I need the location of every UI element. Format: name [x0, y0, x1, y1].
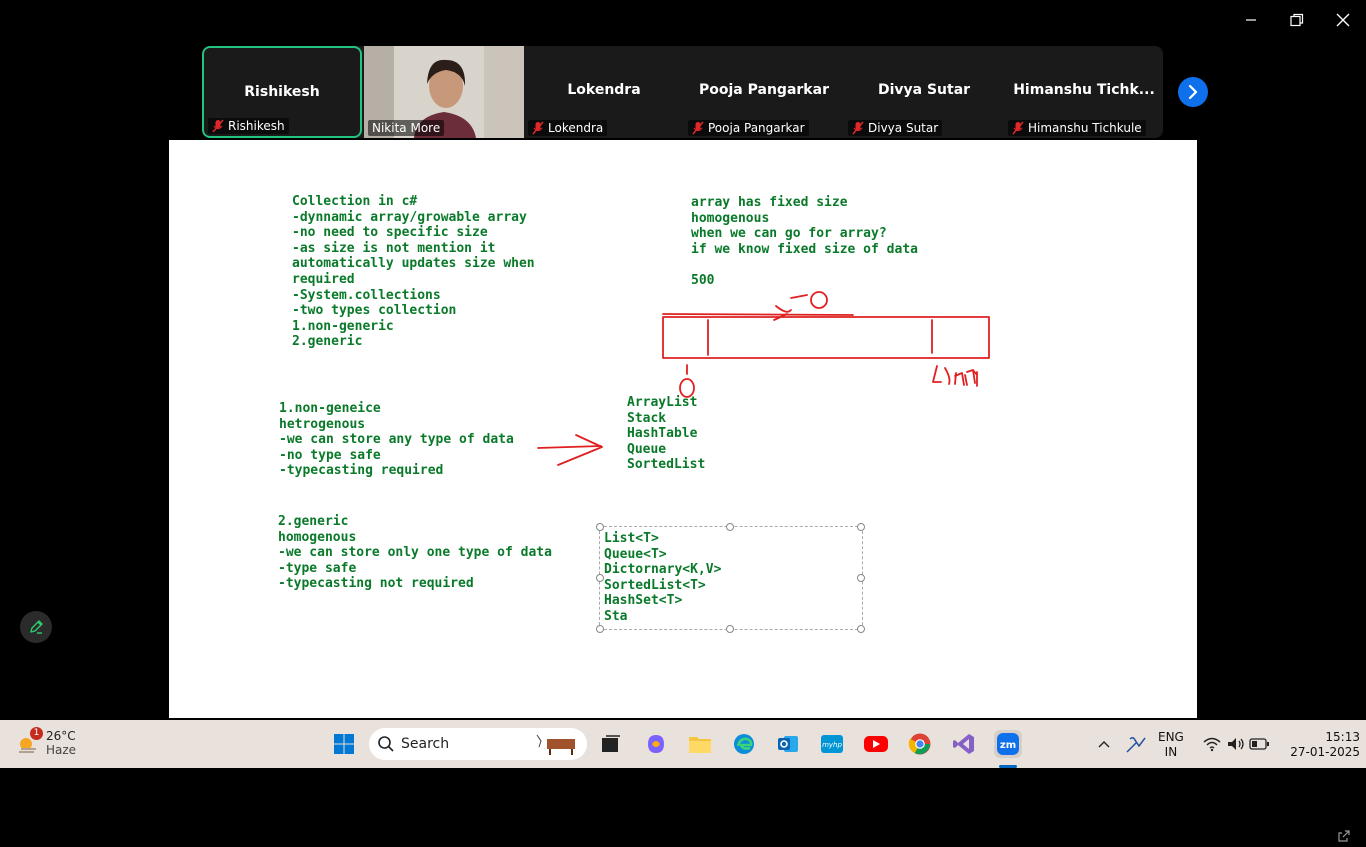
participant-tile[interactable]: Nikita More	[364, 46, 524, 138]
svg-text:zm: zm	[1000, 740, 1016, 751]
mic-muted-icon	[852, 121, 864, 135]
participant-label: Himanshu Tichkule	[1008, 120, 1146, 136]
restore-button[interactable]	[1274, 8, 1320, 32]
next-participants-button[interactable]	[1178, 77, 1208, 107]
array-box-drawing	[662, 316, 990, 359]
weather-temp: 26°C	[46, 729, 76, 743]
participant-tile[interactable]: Himanshu Tichk... Himanshu Tichkule	[1004, 46, 1163, 138]
participant-label: Rishikesh	[208, 118, 289, 134]
close-button[interactable]	[1320, 8, 1366, 32]
weather-condition: Haze	[46, 743, 77, 757]
participant-tile[interactable]: Lokendra Lokendra	[524, 46, 684, 138]
weather-widget[interactable]: 1 26°C Haze	[16, 727, 77, 757]
visual-studio-icon[interactable]	[950, 730, 978, 758]
share-icon[interactable]	[1337, 828, 1351, 847]
search-icon	[378, 736, 394, 752]
task-view-icon[interactable]	[597, 730, 625, 758]
windows-taskbar: 1 26°C Haze Search myhp zm ENG IN 15:13 …	[0, 720, 1366, 768]
zoom-app-icon[interactable]: zm	[994, 730, 1022, 758]
clock[interactable]: 15:13 27-01-2025	[1280, 730, 1360, 760]
participant-tile[interactable]: Pooja Pangarkar Pooja Pangarkar	[684, 46, 844, 138]
minimize-icon	[1246, 19, 1256, 21]
myhp-icon[interactable]: myhp	[818, 730, 846, 758]
participant-label-text: Lokendra	[548, 121, 604, 135]
start-button[interactable]	[330, 730, 358, 758]
search-highlight-icon	[536, 734, 575, 755]
taskbar-search[interactable]: Search	[369, 728, 587, 760]
notification-badge: 1	[30, 727, 43, 740]
chevron-up-icon[interactable]	[1090, 730, 1118, 758]
participant-label: Lokendra	[528, 120, 608, 136]
pencil-icon	[30, 620, 43, 634]
mic-muted-icon	[532, 121, 544, 135]
ink-annotations	[537, 291, 990, 466]
minimize-button[interactable]	[1228, 8, 1274, 32]
whiteboard-canvas[interactable]: Collection in c# -dynnamic array/growable…	[169, 140, 1350, 842]
clock-date: 27-01-2025	[1290, 745, 1360, 759]
participant-label-text: Divya Sutar	[868, 121, 939, 135]
participant-name: Lokendra	[567, 82, 641, 98]
participant-name: Rishikesh	[244, 84, 320, 100]
battery-icon[interactable]	[1246, 730, 1274, 758]
language-code: ENG	[1158, 730, 1184, 744]
participant-tile[interactable]: Rishikesh Rishikesh	[202, 46, 362, 138]
file-explorer-icon[interactable]	[686, 730, 714, 758]
chrome-icon[interactable]	[906, 730, 934, 758]
clock-time: 15:13	[1325, 730, 1360, 744]
participant-label-text: Nikita More	[372, 121, 441, 135]
mic-muted-icon	[692, 121, 704, 135]
region-code: IN	[1164, 745, 1178, 759]
pen-input-icon[interactable]	[1122, 730, 1150, 758]
restore-icon	[1290, 13, 1304, 27]
mic-muted-icon	[1012, 121, 1024, 135]
svg-text:myhp: myhp	[822, 741, 842, 749]
participant-label-text: Pooja Pangarkar	[708, 121, 805, 135]
language-indicator[interactable]: ENG IN	[1158, 730, 1184, 760]
participant-tile[interactable]: Divya Sutar Divya Sutar	[844, 46, 1004, 138]
participant-name: Himanshu Tichk...	[1013, 82, 1155, 98]
participant-name: Divya Sutar	[877, 82, 971, 98]
close-icon	[1336, 13, 1350, 27]
youtube-icon[interactable]	[862, 730, 890, 758]
annotate-pen-button[interactable]	[20, 611, 52, 643]
chevron-right-icon	[1188, 85, 1198, 99]
participant-name: Pooja Pangarkar	[699, 82, 829, 98]
participant-label-text: Rishikesh	[228, 119, 285, 133]
participant-strip: Rishikesh Rishikesh Nikita More Lokendra…	[202, 46, 1163, 138]
participant-label: Pooja Pangarkar	[688, 120, 809, 136]
weather-icon: 1	[16, 727, 43, 755]
edge-browser-icon[interactable]	[730, 730, 758, 758]
search-label: Search	[401, 736, 450, 752]
participant-label: Divya Sutar	[848, 120, 943, 136]
mic-muted-icon	[212, 119, 224, 133]
outlook-icon[interactable]	[774, 730, 802, 758]
copilot-icon[interactable]	[642, 730, 670, 758]
participant-label-text: Himanshu Tichkule	[1028, 121, 1142, 135]
participant-label: Nikita More	[368, 120, 445, 136]
windows-logo-icon	[334, 734, 354, 754]
